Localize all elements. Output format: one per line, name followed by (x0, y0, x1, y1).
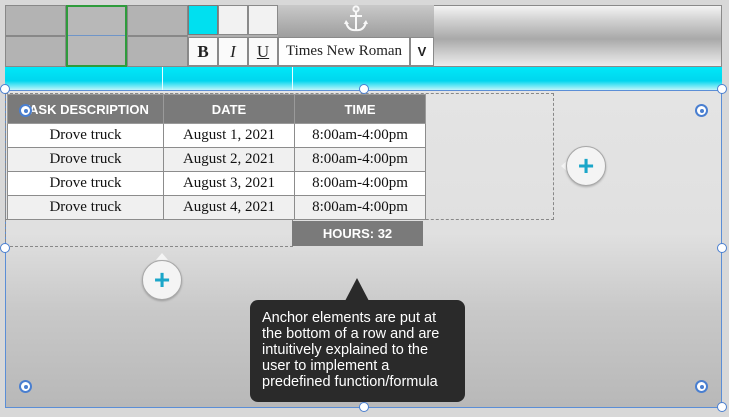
plus-icon: + (577, 150, 595, 181)
plus-icon: + (153, 264, 171, 295)
date-cell[interactable]: August 3, 2021 (163, 171, 295, 196)
fill-color-swatch[interactable] (188, 5, 218, 35)
color-swatch[interactable] (248, 5, 278, 35)
font-dropdown-button[interactable]: V (410, 37, 434, 66)
time-cell[interactable]: 8:00am-4:00pm (294, 123, 426, 148)
grid-cell[interactable] (127, 5, 188, 36)
selected-cell[interactable] (66, 5, 127, 67)
grid-cell[interactable] (127, 36, 188, 67)
table-row: Drove truck August 3, 2021 8:00am-4:00pm (7, 171, 426, 196)
column-header-date[interactable]: DATE (163, 94, 295, 124)
column-header-time[interactable]: TIME (294, 94, 426, 124)
add-button-pointer (156, 253, 168, 260)
underline-button[interactable]: U (248, 37, 278, 66)
task-cell[interactable]: Drove truck (7, 123, 164, 148)
hours-total: HOURS: 32 (292, 221, 423, 246)
grid-cell[interactable] (5, 36, 66, 67)
pivot-handle[interactable] (695, 380, 708, 393)
table-header-row: TASK DESCRIPTION DATE TIME (7, 94, 426, 124)
resize-handle-right[interactable] (717, 243, 727, 253)
tooltip-arrow (345, 278, 369, 301)
date-cell[interactable]: August 1, 2021 (163, 123, 295, 148)
pivot-handle[interactable] (695, 104, 708, 117)
anchor-tooltip: Anchor elements are put at the bottom of… (250, 300, 465, 402)
anchor-button[interactable] (278, 4, 434, 38)
time-cell[interactable]: 8:00am-4:00pm (294, 147, 426, 172)
resize-handle-top[interactable] (359, 84, 369, 94)
table-row: Drove truck August 2, 2021 8:00am-4:00pm (7, 147, 426, 172)
color-swatch[interactable] (218, 5, 248, 35)
pivot-handle[interactable] (19, 104, 32, 117)
task-cell[interactable]: Drove truck (7, 171, 164, 196)
table-row: Drove truck August 4, 2021 8:00am-4:00pm (7, 195, 426, 220)
cell-divider (68, 35, 125, 36)
task-cell[interactable]: Drove truck (7, 195, 164, 220)
pivot-handle[interactable] (19, 380, 32, 393)
resize-handle-bottom[interactable] (359, 402, 369, 412)
column-marker[interactable] (162, 67, 163, 90)
bold-button[interactable]: B (188, 37, 218, 66)
add-column-button[interactable]: + (566, 146, 606, 186)
resize-handle-left[interactable] (0, 243, 10, 253)
time-cell[interactable]: 8:00am-4:00pm (294, 195, 426, 220)
italic-button[interactable]: I (218, 37, 248, 66)
time-cell[interactable]: 8:00am-4:00pm (294, 171, 426, 196)
font-family-select[interactable]: Times New Roman (278, 37, 410, 66)
resize-handle-bottom-right[interactable] (717, 402, 727, 412)
column-marker[interactable] (292, 67, 293, 90)
task-table: TASK DESCRIPTION DATE TIME Drove truck A… (7, 94, 426, 220)
date-cell[interactable]: August 2, 2021 (163, 147, 295, 172)
date-cell[interactable]: August 4, 2021 (163, 195, 295, 220)
table-row: Drove truck August 1, 2021 8:00am-4:00pm (7, 123, 426, 148)
grid-cell[interactable] (5, 5, 66, 36)
resize-handle-top-left[interactable] (0, 84, 10, 94)
add-row-button[interactable]: + (142, 260, 182, 300)
anchor-icon (343, 4, 369, 38)
task-cell[interactable]: Drove truck (7, 147, 164, 172)
resize-handle-top-right[interactable] (717, 84, 727, 94)
